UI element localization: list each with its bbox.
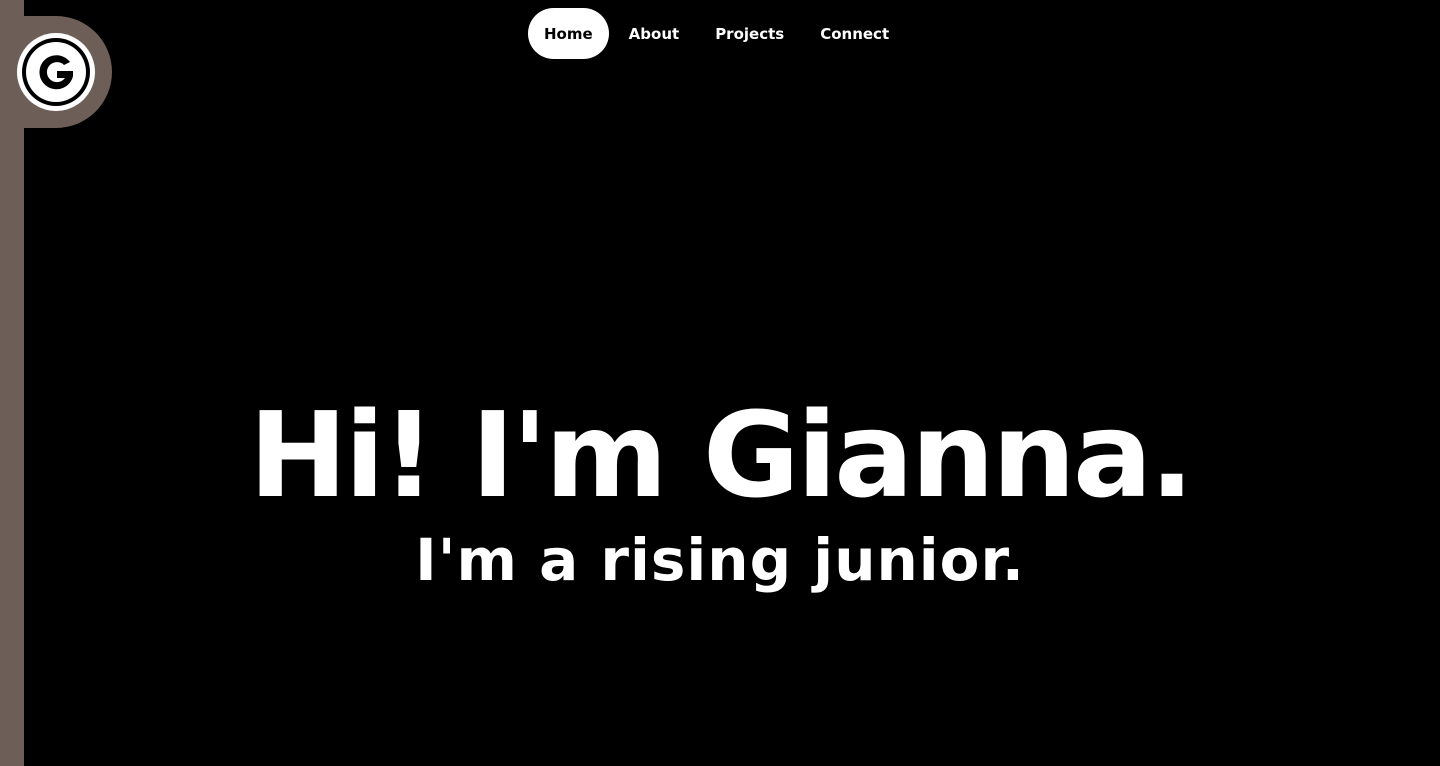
main-nav: Home About Projects Connect — [528, 8, 909, 59]
nav-about[interactable]: About — [613, 8, 696, 59]
nav-home[interactable]: Home — [528, 8, 609, 59]
hero-title: Hi! I'm Gianna. — [248, 386, 1195, 524]
nav-connect[interactable]: Connect — [804, 8, 905, 59]
page: Home About Projects Connect Hi! I'm Gian… — [0, 0, 1440, 766]
nav-projects[interactable]: Projects — [699, 8, 800, 59]
hero-subtitle: I'm a rising junior. — [415, 526, 1025, 594]
g-monogram-icon[interactable] — [16, 32, 96, 112]
logo-svg — [17, 33, 95, 111]
